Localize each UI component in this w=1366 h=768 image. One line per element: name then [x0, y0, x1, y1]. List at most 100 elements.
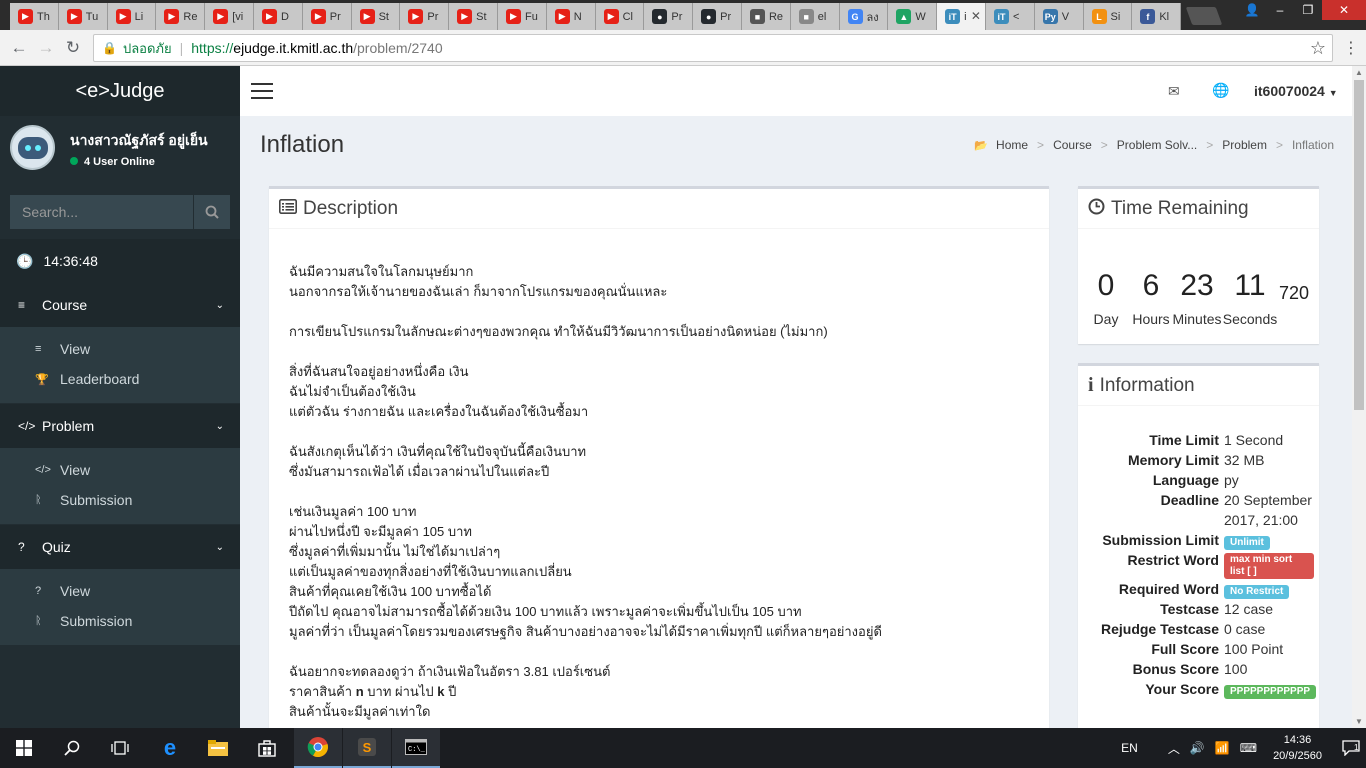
scroll-up-icon[interactable]: ▲: [1355, 68, 1363, 77]
description-line: ปีถัดไป คุณอาจไม่สามารถซื้อได้ด้วยเงิน 1…: [289, 604, 802, 619]
windows-start-icon[interactable]: [0, 728, 48, 768]
breadcrumb-home[interactable]: Home: [996, 138, 1028, 152]
profile-icon[interactable]: 👤: [1238, 0, 1266, 20]
tab-favicon-icon: ■: [798, 9, 814, 24]
timer-minutes: 23 Minutes: [1172, 269, 1222, 327]
browser-tab[interactable]: ■ Re: [741, 3, 791, 30]
info-key: Required Word: [1118, 581, 1219, 597]
browser-tab[interactable]: ▶ St: [449, 3, 498, 30]
breadcrumb-problem[interactable]: Problem: [1222, 138, 1267, 152]
browser-tab[interactable]: ▶ N: [546, 3, 596, 30]
sidebar-section-quiz[interactable]: ? Quiz ⌄: [0, 525, 240, 569]
sublime-text-icon[interactable]: S: [343, 728, 391, 768]
address-bar[interactable]: 🔒 ปลอดภัย | https://ejudge.it.kmitl.ac.t…: [93, 34, 1333, 62]
notification-center-icon[interactable]: 1: [1336, 740, 1366, 756]
browser-tab[interactable]: ▶ Pr: [400, 3, 450, 30]
browser-tab[interactable]: ■ el: [790, 3, 840, 30]
browser-tab[interactable]: Py V: [1034, 3, 1084, 30]
reload-icon[interactable]: ↻: [62, 37, 84, 59]
store-icon[interactable]: [243, 728, 291, 768]
info-value: No Restrict: [1224, 579, 1314, 599]
back-icon[interactable]: ←: [8, 37, 30, 59]
page-scrollbar[interactable]: ▲ ▼: [1352, 66, 1366, 728]
breadcrumb-course[interactable]: Course: [1053, 138, 1092, 152]
info-key: Full Score: [1151, 641, 1219, 657]
scroll-down-icon[interactable]: ▼: [1355, 717, 1363, 726]
tab-title: N: [573, 10, 582, 23]
chrome-icon[interactable]: [294, 728, 342, 768]
sidebar-item-course-view[interactable]: ≡ View: [0, 334, 240, 364]
file-explorer-icon[interactable]: [194, 728, 242, 768]
forward-icon[interactable]: →: [35, 37, 57, 59]
browser-tab[interactable]: ▶ Th: [10, 3, 59, 30]
clock-icon: [1088, 198, 1105, 220]
sidebar-section-problem[interactable]: </> Problem ⌄: [0, 404, 240, 448]
browser-menu-icon[interactable]: ⋮: [1343, 38, 1359, 58]
taskbar-search-icon[interactable]: [48, 728, 96, 768]
browser-tab[interactable]: ▶ Cl: [595, 3, 645, 30]
sidebar-item-problem-view[interactable]: </> View: [0, 455, 240, 485]
globe-icon[interactable]: 🌐: [1212, 82, 1229, 99]
browser-tab[interactable]: ▶ Tu: [58, 3, 108, 30]
sidebar-submenu: </> View ᚱ Submission: [0, 448, 240, 524]
info-key: Deadline: [1160, 492, 1219, 508]
browser-tab[interactable]: ▶ D: [253, 3, 303, 30]
browser-tab[interactable]: G ลง: [839, 3, 889, 30]
search-input[interactable]: [10, 195, 193, 229]
tab-favicon-icon: ▶: [310, 9, 326, 24]
browser-tab[interactable]: f Kl: [1132, 3, 1182, 30]
taskbar-clock[interactable]: 14:36 20/9/2560: [1273, 732, 1322, 764]
sidebar-search: [10, 195, 230, 229]
browser-tab[interactable]: ▶ Li: [107, 3, 157, 30]
sidebar-item-quiz-view[interactable]: ? View: [0, 576, 240, 606]
restore-button[interactable]: ❐: [1294, 0, 1322, 20]
task-view-icon[interactable]: [96, 728, 144, 768]
item-icon: ≡: [35, 343, 42, 355]
tray-chevron-icon[interactable]: ︿: [1168, 740, 1180, 757]
item-label: View: [60, 341, 91, 357]
info-value: 1 Second: [1224, 432, 1284, 448]
edge-icon[interactable]: e: [146, 728, 194, 768]
keyboard-icon[interactable]: ⌨: [1240, 741, 1257, 755]
browser-tab[interactable]: iT i ✕: [937, 3, 986, 30]
sidebar-item-course-leaderboard[interactable]: 🏆 Leaderboard: [0, 364, 240, 394]
new-tab-button[interactable]: [1185, 7, 1223, 25]
breadcrumb: 📂 Home > Course > Problem Solv... > Problem…: [974, 138, 1334, 152]
browser-tab[interactable]: ▶ Pr: [302, 3, 352, 30]
tab-title: Kl: [1159, 10, 1170, 23]
sidebar-item-problem-submission[interactable]: ᚱ Submission: [0, 485, 240, 515]
minimize-button[interactable]: –: [1266, 0, 1294, 20]
scrollbar-thumb[interactable]: [1354, 80, 1364, 410]
account-menu[interactable]: it60070024 ▼: [1254, 83, 1338, 99]
description-line: ฉันไม่จำเป็นต้องใช้เงิน: [289, 384, 416, 399]
mail-icon[interactable]: ✉: [1168, 83, 1180, 100]
search-icon[interactable]: [193, 195, 230, 229]
sidebar-toggle-icon[interactable]: [251, 83, 273, 99]
tab-close-icon[interactable]: ✕: [971, 9, 981, 23]
browser-tab[interactable]: ▶ Fu: [497, 3, 547, 30]
breadcrumb-problem-solving[interactable]: Problem Solv...: [1117, 138, 1197, 152]
input-language[interactable]: EN: [1121, 741, 1138, 755]
description-line: ซึ่งมูลค่าที่เพิ่มมานั้น ไม่ใช่ได้มาเปล่…: [289, 544, 501, 559]
sidebar-item-quiz-submission[interactable]: ᚱ Submission: [0, 606, 240, 636]
wifi-icon[interactable]: 📶: [1215, 741, 1230, 755]
browser-tab[interactable]: ▶ Re: [156, 3, 206, 30]
brand-logo[interactable]: <e>Judge: [0, 66, 240, 116]
window-close-button[interactable]: ✕: [1322, 0, 1366, 20]
browser-tab[interactable]: ▶ [vi: [205, 3, 254, 30]
info-row: Testcase 12 case: [1078, 599, 1319, 619]
tab-favicon-icon: ●: [652, 9, 668, 24]
bookmark-star-icon[interactable]: ☆: [1310, 38, 1326, 59]
volume-icon[interactable]: 🔊: [1190, 741, 1205, 755]
info-value: PPPPPPPPPPPP: [1224, 679, 1317, 699]
tab-title: <: [1012, 10, 1020, 23]
browser-tab[interactable]: L Si: [1083, 3, 1133, 30]
browser-tab[interactable]: ● Pr: [644, 3, 694, 30]
item-icon: ᚱ: [35, 494, 42, 506]
browser-tab[interactable]: iT <: [985, 3, 1035, 30]
sidebar-section-course[interactable]: ≡ Course ⌄: [0, 283, 240, 327]
browser-tab[interactable]: ▶ St: [351, 3, 401, 30]
browser-tab[interactable]: ▲ W: [888, 3, 938, 30]
terminal-icon[interactable]: C:\_: [392, 728, 440, 768]
browser-tab[interactable]: ● Pr: [693, 3, 742, 30]
